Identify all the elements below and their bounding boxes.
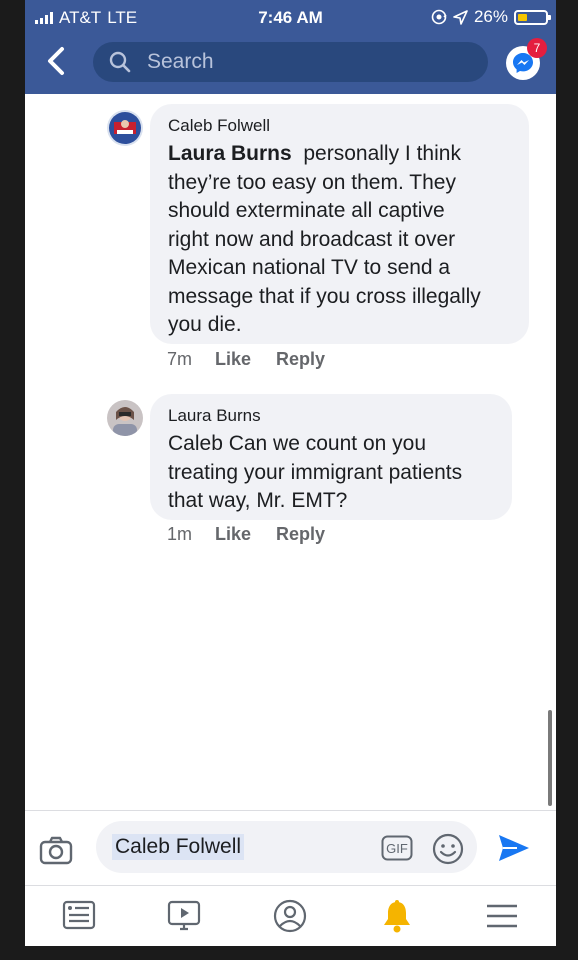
avatar-image <box>107 400 143 436</box>
reply-button[interactable]: Reply <box>276 349 325 370</box>
emoji-icon[interactable] <box>432 833 464 865</box>
reply-button[interactable]: Reply <box>276 524 325 545</box>
comment-input-value[interactable]: Caleb Folwell <box>112 834 245 860</box>
svg-text:GIF: GIF <box>386 841 408 856</box>
avatar-image <box>107 110 143 146</box>
comment-actions: 1m Like Reply <box>167 524 325 545</box>
comment-line: right now and broadcast it over <box>168 227 456 251</box>
chevron-left-icon <box>48 47 64 75</box>
status-right: 26% <box>431 7 551 27</box>
messenger-badge: 7 <box>527 38 547 58</box>
gif-icon[interactable]: GIF <box>381 835 413 861</box>
like-button[interactable]: Like <box>215 349 251 370</box>
comment-line: Mexican national TV to send a <box>168 256 451 279</box>
comment-timestamp: 7m <box>167 349 193 369</box>
search-input[interactable] <box>145 49 449 75</box>
comment-timestamp: 1m <box>167 524 193 544</box>
comment-line: that way, Mr. EMT? <box>168 489 348 512</box>
comment-composer: Caleb Folwell GIF <box>25 810 556 886</box>
bottom-tab-bar <box>25 885 556 946</box>
top-bar: AT&T LTE 7:46 AM 26% 7 <box>25 0 556 94</box>
back-button[interactable] <box>45 46 75 80</box>
comment-actions: 7m Like Reply <box>167 349 325 370</box>
profile-icon[interactable] <box>272 898 308 934</box>
comment-input[interactable]: Caleb Folwell <box>96 821 477 873</box>
camera-icon[interactable] <box>39 835 73 865</box>
avatar[interactable] <box>107 110 143 146</box>
battery-icon <box>514 9 551 25</box>
comment-author[interactable]: Caleb Folwell <box>168 116 511 136</box>
comment-line: treating your immigrant patients <box>168 460 463 484</box>
status-bar: AT&T LTE 7:46 AM 26% <box>25 0 556 34</box>
avatar[interactable] <box>107 400 143 436</box>
like-button[interactable]: Like <box>215 524 251 545</box>
screen-lock-icon <box>431 9 447 25</box>
comment-line: message that if you cross illegally <box>168 284 481 308</box>
watch-icon[interactable] <box>166 898 202 934</box>
search-bar[interactable] <box>93 42 488 82</box>
send-icon[interactable] <box>497 833 531 863</box>
location-arrow-icon <box>453 9 468 25</box>
comment-bubble: Laura Burns Caleb Can we count on you tr… <box>150 394 512 520</box>
comment-line: personally I think <box>303 142 461 165</box>
news-feed-icon[interactable] <box>61 898 97 934</box>
search-icon <box>109 51 131 73</box>
battery-percent: 26% <box>473 7 508 26</box>
comment-line: should exterminate all captive <box>168 199 445 222</box>
comment-text: Laura Burns personally I think they’re t… <box>168 140 511 340</box>
menu-icon[interactable] <box>484 898 520 934</box>
comment-text: Caleb Can we count on you treating your … <box>168 430 494 516</box>
comment-line: they’re too easy on them. They <box>168 170 456 194</box>
comment-bubble: Caleb Folwell Laura Burns personally I t… <box>150 104 529 344</box>
comment-line: Caleb Can we count on you <box>168 432 426 455</box>
comment-line: you die. <box>168 313 242 336</box>
notifications-bell-icon[interactable] <box>379 898 415 934</box>
mention-link[interactable]: Laura Burns <box>168 142 292 165</box>
comment-author[interactable]: Laura Burns <box>168 406 494 426</box>
phone-screen: AT&T LTE 7:46 AM 26% 7 Caleb Folwel <box>25 0 556 946</box>
scrollbar[interactable] <box>548 710 552 806</box>
